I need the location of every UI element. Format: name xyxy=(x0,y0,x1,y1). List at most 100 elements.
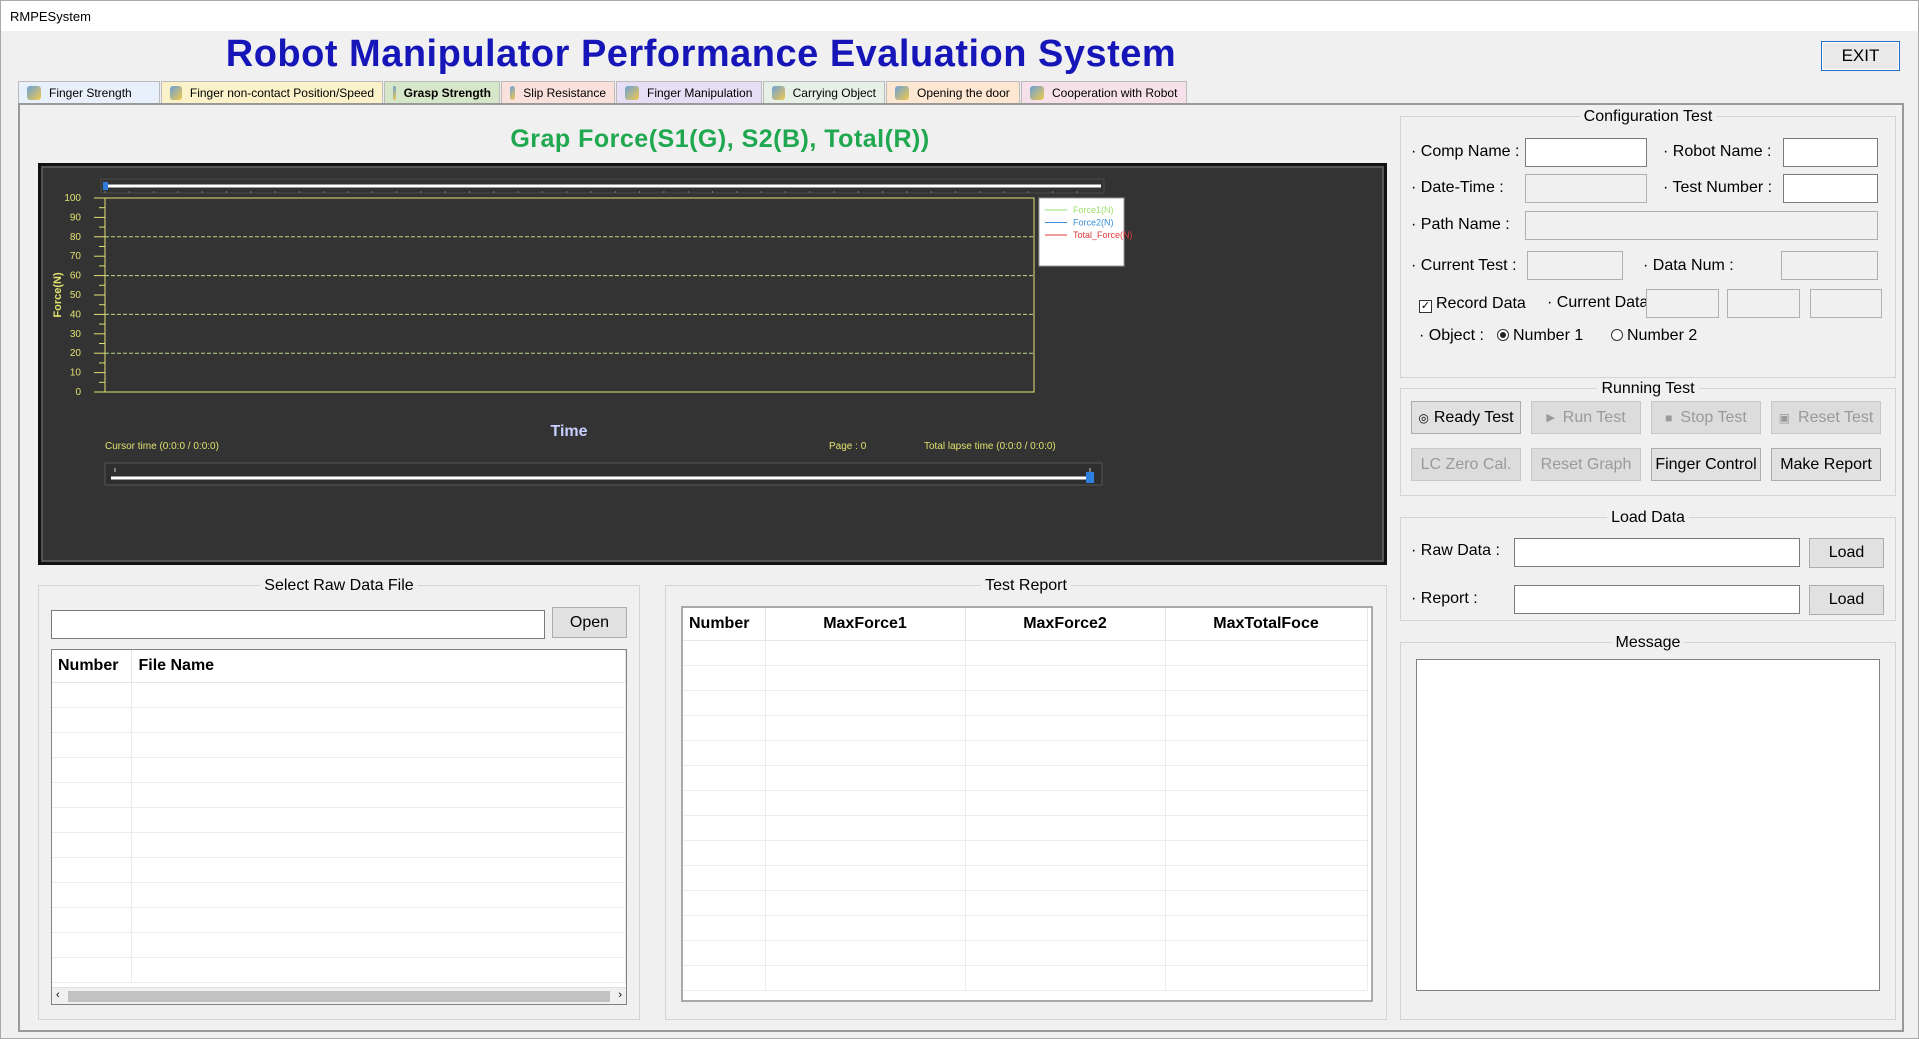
object-number2-radio[interactable]: Number 2 xyxy=(1611,327,1697,345)
top-scroll-handle[interactable] xyxy=(103,182,108,190)
horizontal-scrollbar[interactable]: ‹ › xyxy=(52,987,626,1004)
table-row[interactable] xyxy=(683,640,1368,666)
record-data-checkbox[interactable]: ✓ Record Data xyxy=(1419,295,1526,313)
table-row[interactable] xyxy=(683,690,1368,716)
table-row[interactable] xyxy=(683,815,1368,841)
table-row[interactable] xyxy=(683,915,1368,941)
path-name-field xyxy=(1525,211,1878,240)
ready-test-label: Ready Test xyxy=(1433,408,1514,426)
column-header-maxtotalfoce[interactable]: MaxTotalFoce xyxy=(1165,608,1368,641)
table-row[interactable] xyxy=(683,715,1368,741)
table-row[interactable] xyxy=(683,765,1368,791)
tab-finger-manipulation[interactable]: Finger Manipulation xyxy=(616,81,762,103)
tab-slip-resistance[interactable]: Slip Resistance xyxy=(501,81,615,103)
load-report-button[interactable]: Load xyxy=(1809,585,1884,615)
app-title: Robot Manipulator Performance Evaluation… xyxy=(225,33,1177,75)
table-row[interactable] xyxy=(683,865,1368,891)
column-header-number[interactable]: Number xyxy=(52,650,133,683)
raw-data-load-input[interactable] xyxy=(1514,538,1800,567)
test-report-group: Test Report Number MaxForce1 MaxForce2 M… xyxy=(665,577,1387,1020)
reset-test-label: Reset Test xyxy=(1798,408,1874,426)
current-data-field-2 xyxy=(1727,289,1800,318)
robot-name-input[interactable] xyxy=(1783,138,1878,167)
record-data-label: Record Data xyxy=(1436,295,1526,312)
table-row[interactable] xyxy=(52,932,626,958)
comp-name-label: · Comp Name : xyxy=(1411,143,1520,160)
y-tick-label: 0 xyxy=(75,387,81,398)
table-row[interactable] xyxy=(52,782,626,808)
test-report-table[interactable]: Number MaxForce1 MaxForce2 MaxTotalFoce xyxy=(681,606,1373,1002)
tab-opening-the-door[interactable]: Opening the door xyxy=(886,81,1020,103)
scroll-right-arrow-icon[interactable]: › xyxy=(618,989,622,1001)
bottom-slider-track[interactable] xyxy=(104,462,1103,486)
test-number-input[interactable] xyxy=(1783,174,1878,203)
column-header-number[interactable]: Number xyxy=(683,608,766,641)
table-row[interactable] xyxy=(683,940,1368,966)
y-tick-label: 60 xyxy=(70,271,82,282)
tab-cooperation-with-robot[interactable]: Cooperation with Robot xyxy=(1021,81,1187,103)
radio-unselected-icon[interactable] xyxy=(1611,329,1623,341)
table-row[interactable] xyxy=(683,790,1368,816)
table-row[interactable] xyxy=(52,807,626,833)
tab-carrying-object[interactable]: Carrying Object xyxy=(763,81,885,103)
configuration-test-group: Configuration Test · Comp Name : · Robot… xyxy=(1400,108,1896,378)
table-row[interactable] xyxy=(683,965,1368,991)
message-textbox[interactable] xyxy=(1416,659,1880,991)
scrollbar-thumb[interactable] xyxy=(68,991,610,1002)
tab-grasp-strength[interactable]: Grasp Strength xyxy=(384,81,500,103)
door-icon xyxy=(895,85,909,100)
make-report-button[interactable]: Make Report xyxy=(1771,448,1881,481)
finger-control-button[interactable]: Finger Control xyxy=(1651,448,1761,481)
reset-test-button[interactable]: ▣ Reset Test xyxy=(1771,401,1881,434)
table-row[interactable] xyxy=(52,957,626,983)
table-row[interactable] xyxy=(52,682,626,708)
table-row[interactable] xyxy=(52,832,626,858)
column-header-maxforce2[interactable]: MaxForce2 xyxy=(965,608,1166,641)
ready-icon: ◎ xyxy=(1418,410,1429,425)
radio-selected-icon[interactable] xyxy=(1497,329,1509,341)
x-axis-label: Time xyxy=(550,423,587,440)
y-tick-label: 30 xyxy=(70,329,82,340)
lc-zero-cal-button[interactable]: LC Zero Cal. xyxy=(1411,448,1521,481)
table-row[interactable] xyxy=(52,732,626,758)
comp-name-input[interactable] xyxy=(1525,138,1647,167)
tab-finger-strength[interactable]: Finger Strength xyxy=(18,81,160,103)
open-button[interactable]: Open xyxy=(552,607,627,638)
raw-data-path-input[interactable] xyxy=(51,610,545,639)
path-name-label: · Path Name : xyxy=(1411,216,1510,233)
scroll-left-arrow-icon[interactable]: ‹ xyxy=(56,989,60,1001)
running-test-group: Running Test ◎ Ready Test ▶ Run Test ■ Stop… xyxy=(1400,380,1896,496)
column-header-maxforce1[interactable]: MaxForce1 xyxy=(765,608,966,641)
exit-button[interactable]: EXIT xyxy=(1821,41,1900,71)
load-raw-data-button[interactable]: Load xyxy=(1809,538,1884,568)
table-row[interactable] xyxy=(683,740,1368,766)
current-data-field-1 xyxy=(1646,289,1719,318)
number2-label: Number 2 xyxy=(1627,327,1698,344)
y-tick-label: 20 xyxy=(70,348,82,359)
ready-test-button[interactable]: ◎ Ready Test xyxy=(1411,401,1521,434)
date-time-field xyxy=(1525,174,1647,203)
table-row[interactable] xyxy=(683,890,1368,916)
y-tick-label: 100 xyxy=(64,193,81,204)
table-row[interactable] xyxy=(52,907,626,933)
grasp-strength-page: Grap Force(S1(G), S2(B), Total(R)) 0 10 20… xyxy=(18,103,1904,1032)
tab-label: Carrying Object xyxy=(792,85,876,100)
table-row[interactable] xyxy=(683,840,1368,866)
run-test-button[interactable]: ▶ Run Test xyxy=(1531,401,1641,434)
object-number1-radio[interactable]: Number 1 xyxy=(1497,327,1583,345)
table-row[interactable] xyxy=(52,757,626,783)
message-title: Message xyxy=(1611,634,1685,651)
checkbox-checked-icon[interactable]: ✓ xyxy=(1419,300,1432,313)
bottom-slider-handle[interactable] xyxy=(1086,472,1094,483)
table-row[interactable] xyxy=(683,665,1368,691)
column-header-file-name[interactable]: File Name xyxy=(131,650,626,683)
raw-data-file-list[interactable]: Number File Name ‹ › xyxy=(51,649,627,1005)
test-number-label: · Test Number : xyxy=(1663,179,1773,196)
table-row[interactable] xyxy=(52,882,626,908)
tab-finger-non-contact-position-speed[interactable]: Finger non-contact Position/Speed xyxy=(161,81,383,103)
stop-test-button[interactable]: ■ Stop Test xyxy=(1651,401,1761,434)
table-row[interactable] xyxy=(52,857,626,883)
reset-graph-button[interactable]: Reset Graph xyxy=(1531,448,1641,481)
report-load-input[interactable] xyxy=(1514,585,1800,614)
table-row[interactable] xyxy=(52,707,626,733)
